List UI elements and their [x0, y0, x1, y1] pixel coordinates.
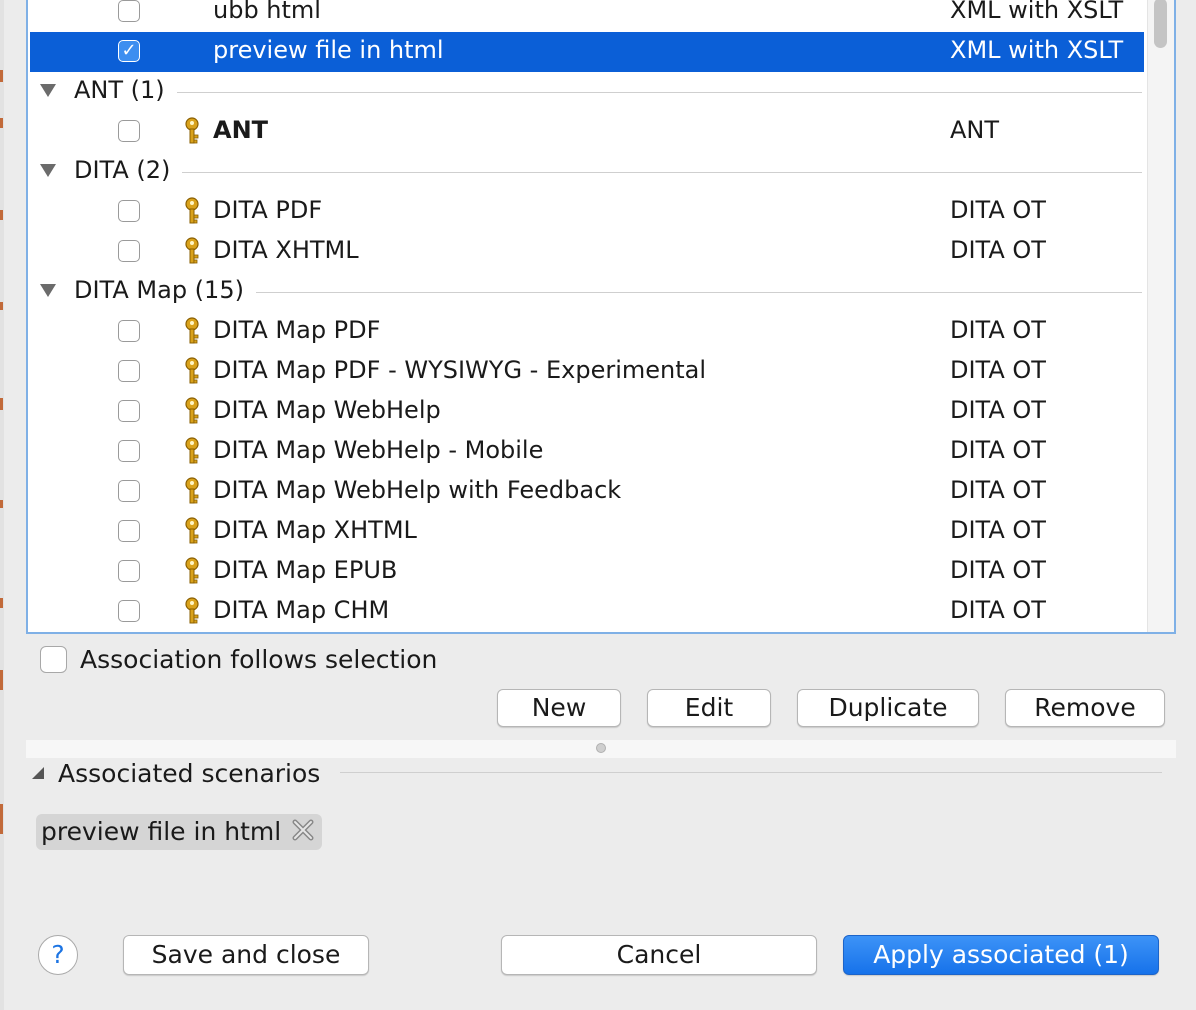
- expand-triangle-icon[interactable]: [40, 164, 56, 177]
- scenario-type: XML with XSLT: [950, 36, 1124, 64]
- help-button[interactable]: ?: [38, 935, 78, 975]
- scenario-checkbox[interactable]: [118, 600, 140, 622]
- scenario-row[interactable]: DITA Map XHTML DITA OT: [30, 512, 1144, 552]
- scenario-row[interactable]: DITA Map PDF DITA OT: [30, 312, 1144, 352]
- associated-scenarios-heading: Associated scenarios: [58, 759, 321, 788]
- scenario-checkbox[interactable]: [118, 480, 140, 502]
- key-icon: [185, 117, 199, 144]
- remove-button[interactable]: Remove: [1005, 689, 1165, 727]
- splitter-grip-icon: [596, 743, 606, 753]
- key-icon: [185, 557, 199, 584]
- scenario-row[interactable]: ubb html XML with XSLT: [30, 0, 1144, 32]
- window-left-edge: [0, 0, 4, 1010]
- scenario-name: DITA Map WebHelp with Feedback: [213, 476, 622, 504]
- group-label: ANT (1): [74, 76, 165, 104]
- scenario-name: DITA Map XHTML: [213, 516, 417, 544]
- scenario-checkbox[interactable]: [118, 200, 140, 222]
- scenario-checkbox[interactable]: [118, 240, 140, 262]
- scenario-checkbox[interactable]: [118, 560, 140, 582]
- scenario-type: DITA OT: [950, 396, 1046, 424]
- scenario-list[interactable]: ubb html XML with XSLT ✓ preview file in ht…: [26, 0, 1176, 634]
- scenario-name: DITA Map WebHelp - Mobile: [213, 436, 544, 464]
- group-divider: [256, 292, 1142, 293]
- scenario-type: DITA OT: [950, 476, 1046, 504]
- group-header[interactable]: ANT (1): [30, 72, 1144, 112]
- scenario-row[interactable]: DITA XHTML DITA OT: [30, 232, 1144, 272]
- scenario-checkbox[interactable]: ✓: [118, 40, 140, 62]
- new-button[interactable]: New: [497, 689, 621, 727]
- scenario-type: ANT: [950, 116, 1000, 144]
- key-icon: [185, 237, 199, 264]
- key-icon: [185, 437, 199, 464]
- group-label: DITA (2): [74, 156, 171, 184]
- scenario-checkbox[interactable]: [118, 440, 140, 462]
- scrollbar-thumb[interactable]: [1154, 0, 1167, 48]
- scenario-name: DITA Map EPUB: [213, 556, 398, 584]
- scenario-checkbox[interactable]: [118, 400, 140, 422]
- key-icon: [185, 197, 199, 224]
- associated-scenario-chip: preview file in html: [36, 814, 322, 850]
- scenario-name: DITA PDF: [213, 196, 323, 224]
- scenario-row[interactable]: DITA Map EPUB DITA OT: [30, 552, 1144, 592]
- edit-button[interactable]: Edit: [647, 689, 771, 727]
- expand-triangle-icon[interactable]: [40, 84, 56, 97]
- scenario-type: DITA OT: [950, 356, 1046, 384]
- scenario-checkbox[interactable]: [118, 320, 140, 342]
- scenario-name: preview file in html: [213, 36, 444, 64]
- group-label: DITA Map (15): [74, 276, 244, 304]
- scenario-checkbox[interactable]: [118, 520, 140, 542]
- scenario-name: DITA XHTML: [213, 236, 359, 264]
- scenario-name: DITA Map CHM: [213, 596, 390, 624]
- scenario-type: DITA OT: [950, 516, 1046, 544]
- key-icon: [185, 517, 199, 544]
- apply-associated-button[interactable]: Apply associated (1): [843, 935, 1159, 975]
- save-and-close-button[interactable]: Save and close: [123, 935, 369, 975]
- scenario-checkbox[interactable]: [118, 0, 140, 22]
- group-header[interactable]: DITA Map (15): [30, 272, 1144, 312]
- group-divider: [182, 172, 1142, 173]
- scenario-row[interactable]: DITA Map WebHelp DITA OT: [30, 392, 1144, 432]
- group-divider: [177, 92, 1142, 93]
- key-icon: [185, 477, 199, 504]
- section-divider: [340, 772, 1162, 773]
- key-icon: [185, 357, 199, 384]
- scenario-type: DITA OT: [950, 436, 1046, 464]
- scenario-type: DITA OT: [950, 316, 1046, 344]
- expand-triangle-icon[interactable]: [40, 284, 56, 297]
- scenario-type: DITA OT: [950, 556, 1046, 584]
- cancel-button[interactable]: Cancel: [501, 935, 817, 975]
- scenario-type: DITA OT: [950, 596, 1046, 624]
- chip-label: preview file in html: [41, 817, 282, 846]
- scenario-row[interactable]: DITA PDF DITA OT: [30, 192, 1144, 232]
- scenario-row[interactable]: ANT ANT: [30, 112, 1144, 152]
- scenario-name: ANT: [213, 116, 269, 144]
- scenario-checkbox[interactable]: [118, 360, 140, 382]
- scenario-checkbox[interactable]: [118, 120, 140, 142]
- collapse-triangle-icon[interactable]: [32, 767, 44, 779]
- key-icon: [185, 597, 199, 624]
- panel-splitter[interactable]: [26, 740, 1176, 758]
- scenario-row[interactable]: DITA Map WebHelp with Feedback DITA OT: [30, 472, 1144, 512]
- scenario-type: DITA OT: [950, 236, 1046, 264]
- association-follows-selection-checkbox[interactable]: [40, 646, 67, 673]
- remove-chip-icon[interactable]: [292, 819, 314, 841]
- duplicate-button[interactable]: Duplicate: [797, 689, 979, 727]
- scenario-name: DITA Map PDF - WYSIWYG - Experimental: [213, 356, 707, 384]
- scenario-name: DITA Map WebHelp: [213, 396, 441, 424]
- association-follows-selection-label: Association follows selection: [80, 645, 438, 674]
- scenario-row[interactable]: ✓ preview file in html XML with XSLT: [30, 32, 1144, 72]
- key-icon: [185, 317, 199, 344]
- scenario-name: ubb html: [213, 0, 321, 24]
- key-icon: [185, 397, 199, 424]
- scenario-type: XML with XSLT: [950, 0, 1124, 24]
- scenario-row[interactable]: DITA Map WebHelp - Mobile DITA OT: [30, 432, 1144, 472]
- scenario-type: DITA OT: [950, 196, 1046, 224]
- scenario-row[interactable]: DITA Map PDF - WYSIWYG - Experimental DIT…: [30, 352, 1144, 392]
- scenario-row[interactable]: DITA Map CHM DITA OT: [30, 592, 1144, 632]
- scenario-name: DITA Map PDF: [213, 316, 381, 344]
- list-scrollbar[interactable]: [1147, 0, 1174, 632]
- group-header[interactable]: DITA (2): [30, 152, 1144, 192]
